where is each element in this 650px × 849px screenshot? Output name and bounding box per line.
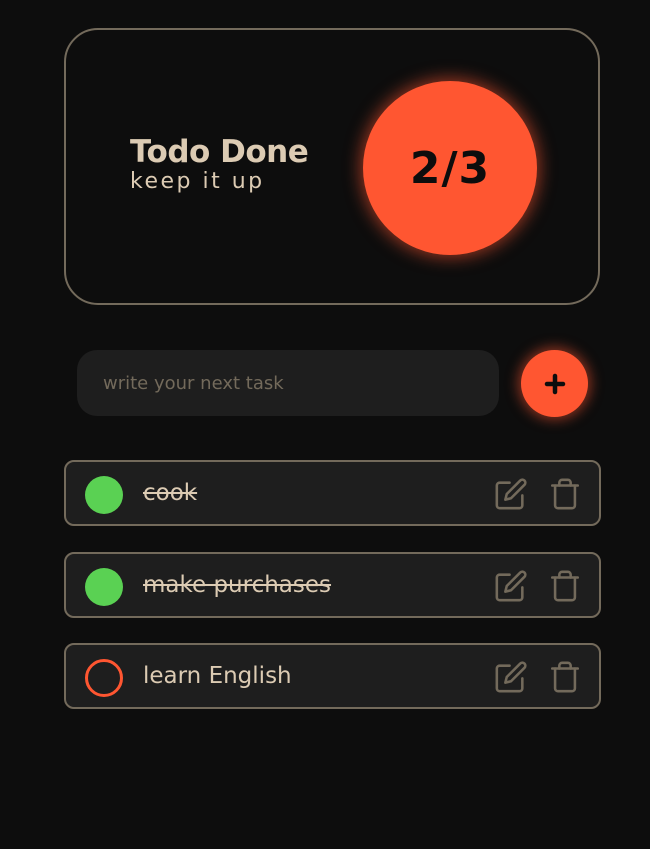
todo-item: make purchases: [64, 551, 601, 618]
plus-icon: [544, 373, 565, 394]
delete-button[interactable]: [548, 660, 582, 694]
edit-button[interactable]: [494, 477, 528, 511]
progress-count: 2/3: [409, 142, 491, 194]
todo-text: learn English: [143, 663, 292, 689]
trash-icon: [550, 478, 580, 510]
trash-icon: [550, 661, 580, 693]
stats-subtitle: keep it up: [130, 169, 265, 194]
todo-checkbox[interactable]: [85, 567, 123, 606]
progress-circle: 2/3: [363, 81, 537, 255]
todo-item: learn English: [64, 643, 601, 709]
edit-icon: [495, 661, 527, 693]
todo-text: make purchases: [143, 571, 332, 598]
add-task-button[interactable]: [521, 350, 588, 417]
todo-text: cook: [143, 480, 198, 506]
delete-button[interactable]: [548, 477, 582, 511]
edit-icon: [495, 569, 527, 601]
todo-checkbox[interactable]: [85, 659, 123, 697]
stats-title: Todo Done: [130, 134, 309, 170]
todo-stats-card: Todo Done keep it up 2/3: [64, 28, 600, 305]
edit-button[interactable]: [494, 660, 528, 694]
task-input[interactable]: [77, 350, 499, 416]
delete-button[interactable]: [548, 569, 582, 603]
todo-list: cook make purchases learn English: [64, 460, 601, 735]
stats-text: Todo Done keep it up: [130, 133, 309, 195]
edit-button[interactable]: [494, 569, 528, 603]
todo-checkbox[interactable]: [85, 476, 123, 514]
edit-icon: [495, 478, 527, 510]
add-task-form: [77, 350, 599, 417]
todo-item: cook: [64, 460, 601, 526]
trash-icon: [550, 570, 580, 601]
